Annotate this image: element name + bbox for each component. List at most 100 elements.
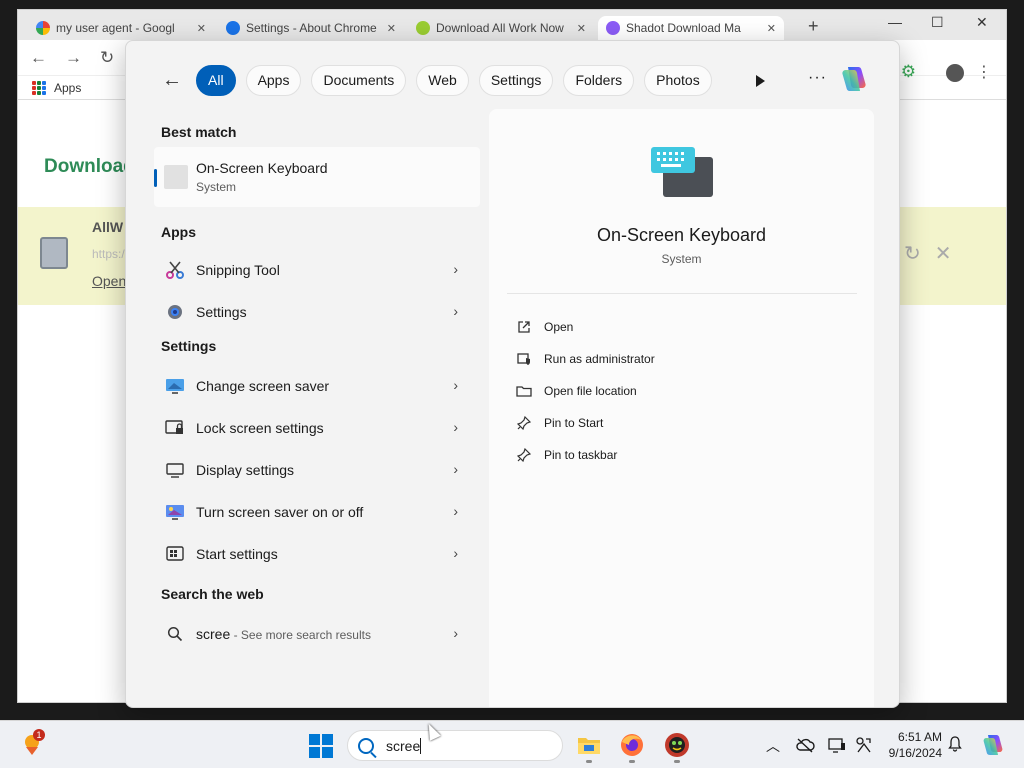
taskbar-search-box[interactable]: scree (347, 730, 563, 761)
search-web-heading: Search the web (161, 586, 264, 602)
text-caret (420, 737, 422, 754)
filter-apps[interactable]: Apps (245, 64, 302, 96)
download-url: https:/ (92, 247, 125, 261)
retry-icon[interactable]: ↻ (904, 241, 921, 266)
filter-all[interactable]: All (196, 64, 236, 96)
filter-folders[interactable]: Folders (563, 64, 635, 96)
chevron-right-icon[interactable]: › (453, 545, 458, 561)
clock-time: 6:51 AM (897, 730, 942, 744)
maximize-icon[interactable]: ☐ (931, 14, 944, 31)
download-manager-icon[interactable] (664, 732, 690, 758)
chevron-right-icon[interactable]: › (453, 503, 458, 519)
start-logo-tile (309, 734, 320, 745)
chevron-right-icon[interactable]: › (453, 377, 458, 393)
filter-photos[interactable]: Photos (644, 64, 712, 96)
filter-web[interactable]: Web (416, 64, 469, 96)
chevron-right-icon[interactable]: › (453, 625, 458, 641)
notification-badge: 1 (33, 729, 45, 741)
browser-tab-title: Settings - About Chrome (246, 21, 377, 35)
taskbar-clock[interactable]: 6:51 AM 9/16/2024 (880, 729, 942, 761)
windows-search-panel: ← All Apps Documents Web Settings Folder… (125, 40, 900, 708)
back-arrow-icon[interactable]: ← (162, 69, 186, 92)
google-favicon-icon (36, 21, 50, 35)
minimize-icon[interactable]: — (888, 14, 902, 30)
result-settings-app[interactable]: Settings › (154, 291, 480, 333)
download-open-link[interactable]: Open (92, 273, 126, 289)
accessibility-tray-icon[interactable] (855, 736, 873, 754)
display-icon (164, 459, 186, 481)
copilot-icon[interactable] (838, 63, 870, 95)
clock-date: 9/16/2024 (888, 746, 942, 760)
dismiss-icon[interactable]: ✕ (935, 241, 952, 266)
open-external-icon (515, 318, 533, 336)
lock-screen-icon (164, 417, 186, 439)
browser-tab-3[interactable]: Download All Work Now ✕ (408, 16, 594, 40)
result-lock-screen-settings[interactable]: Lock screen settings › (154, 407, 480, 449)
action-label: Open (544, 320, 574, 334)
shield-admin-icon (515, 350, 533, 368)
web-query: scree (196, 626, 231, 642)
back-icon[interactable]: ← (30, 48, 47, 68)
best-match-heading: Best match (161, 124, 237, 140)
start-logo-tile (309, 747, 320, 758)
browser-tab-4[interactable]: Shadot Download Ma ✕ (598, 16, 784, 40)
result-web-search[interactable]: scree - See more search results › (154, 613, 480, 655)
extension-icon[interactable]: ⚙ (901, 62, 916, 82)
new-tab-icon[interactable]: + (808, 16, 819, 37)
action-pin-to-start[interactable]: Pin to Start (515, 407, 655, 439)
search-results-list: Best match On-Screen Keyboard System App… (154, 121, 480, 655)
folder-icon (515, 382, 533, 400)
play-icon[interactable] (756, 75, 765, 87)
browser-menu-icon[interactable]: ⋮ (976, 62, 992, 82)
result-snipping-tool[interactable]: Snipping Tool › (154, 249, 480, 291)
result-label: Turn screen saver on or off (196, 504, 364, 520)
download-title: AllW (92, 219, 124, 235)
close-tab-icon[interactable]: ✕ (387, 22, 396, 35)
action-run-as-admin[interactable]: Run as administrator (515, 343, 655, 375)
browser-tab-title: Download All Work Now (436, 21, 564, 35)
file-explorer-icon[interactable] (576, 732, 602, 758)
result-start-settings[interactable]: Start settings › (154, 533, 480, 575)
close-window-icon[interactable]: ✕ (976, 14, 988, 31)
reload-icon[interactable]: ↻ (100, 48, 114, 68)
start-logo-tile (322, 747, 333, 758)
more-options-icon[interactable]: ··· (808, 69, 827, 87)
display-tray-icon[interactable] (828, 736, 846, 754)
site-favicon-icon (416, 21, 430, 35)
forward-icon[interactable]: → (65, 48, 82, 68)
chevron-right-icon[interactable]: › (453, 303, 458, 319)
best-match-name: On-Screen Keyboard (196, 160, 328, 176)
action-open[interactable]: Open (515, 311, 655, 343)
onedrive-offline-icon[interactable] (795, 737, 815, 753)
notification-bell-icon[interactable] (948, 736, 962, 752)
best-match-result[interactable]: On-Screen Keyboard System (154, 147, 480, 207)
copilot-taskbar-icon[interactable] (980, 732, 1006, 758)
action-open-file-location[interactable]: Open file location (515, 375, 655, 407)
download-actions: ↻ ✕ (904, 241, 952, 266)
web-query-suffix: - See more search results (230, 628, 371, 642)
chevron-right-icon[interactable]: › (453, 261, 458, 277)
close-tab-icon[interactable]: ✕ (197, 22, 206, 35)
filter-documents[interactable]: Documents (311, 64, 407, 96)
search-filter-bar: ← All Apps Documents Web Settings Folder… (126, 63, 899, 97)
browser-tab-2[interactable]: Settings - About Chrome ✕ (218, 16, 404, 40)
chevron-up-icon[interactable]: ︿ (766, 736, 780, 756)
close-tab-icon[interactable]: ✕ (767, 22, 776, 35)
profile-avatar-icon[interactable] (946, 64, 964, 82)
browser-tabstrip: my user agent - Googl ✕ Settings - About… (18, 10, 1006, 40)
result-display-settings[interactable]: Display settings › (154, 449, 480, 491)
firefox-icon[interactable] (619, 732, 645, 758)
selection-indicator (154, 169, 157, 187)
bookmark-apps[interactable]: Apps (54, 81, 81, 95)
site-favicon-icon (606, 21, 620, 35)
taskbar-search-text: scree (386, 737, 421, 754)
result-turn-screen-saver[interactable]: Turn screen saver on or off › (154, 491, 480, 533)
chevron-right-icon[interactable]: › (453, 461, 458, 477)
chevron-right-icon[interactable]: › (453, 419, 458, 435)
action-pin-to-taskbar[interactable]: Pin to taskbar (515, 439, 655, 471)
close-tab-icon[interactable]: ✕ (577, 22, 586, 35)
browser-tab-1[interactable]: my user agent - Googl ✕ (28, 16, 214, 40)
start-button[interactable] (309, 734, 333, 758)
result-change-screen-saver[interactable]: Change screen saver › (154, 365, 480, 407)
filter-settings[interactable]: Settings (478, 64, 554, 96)
